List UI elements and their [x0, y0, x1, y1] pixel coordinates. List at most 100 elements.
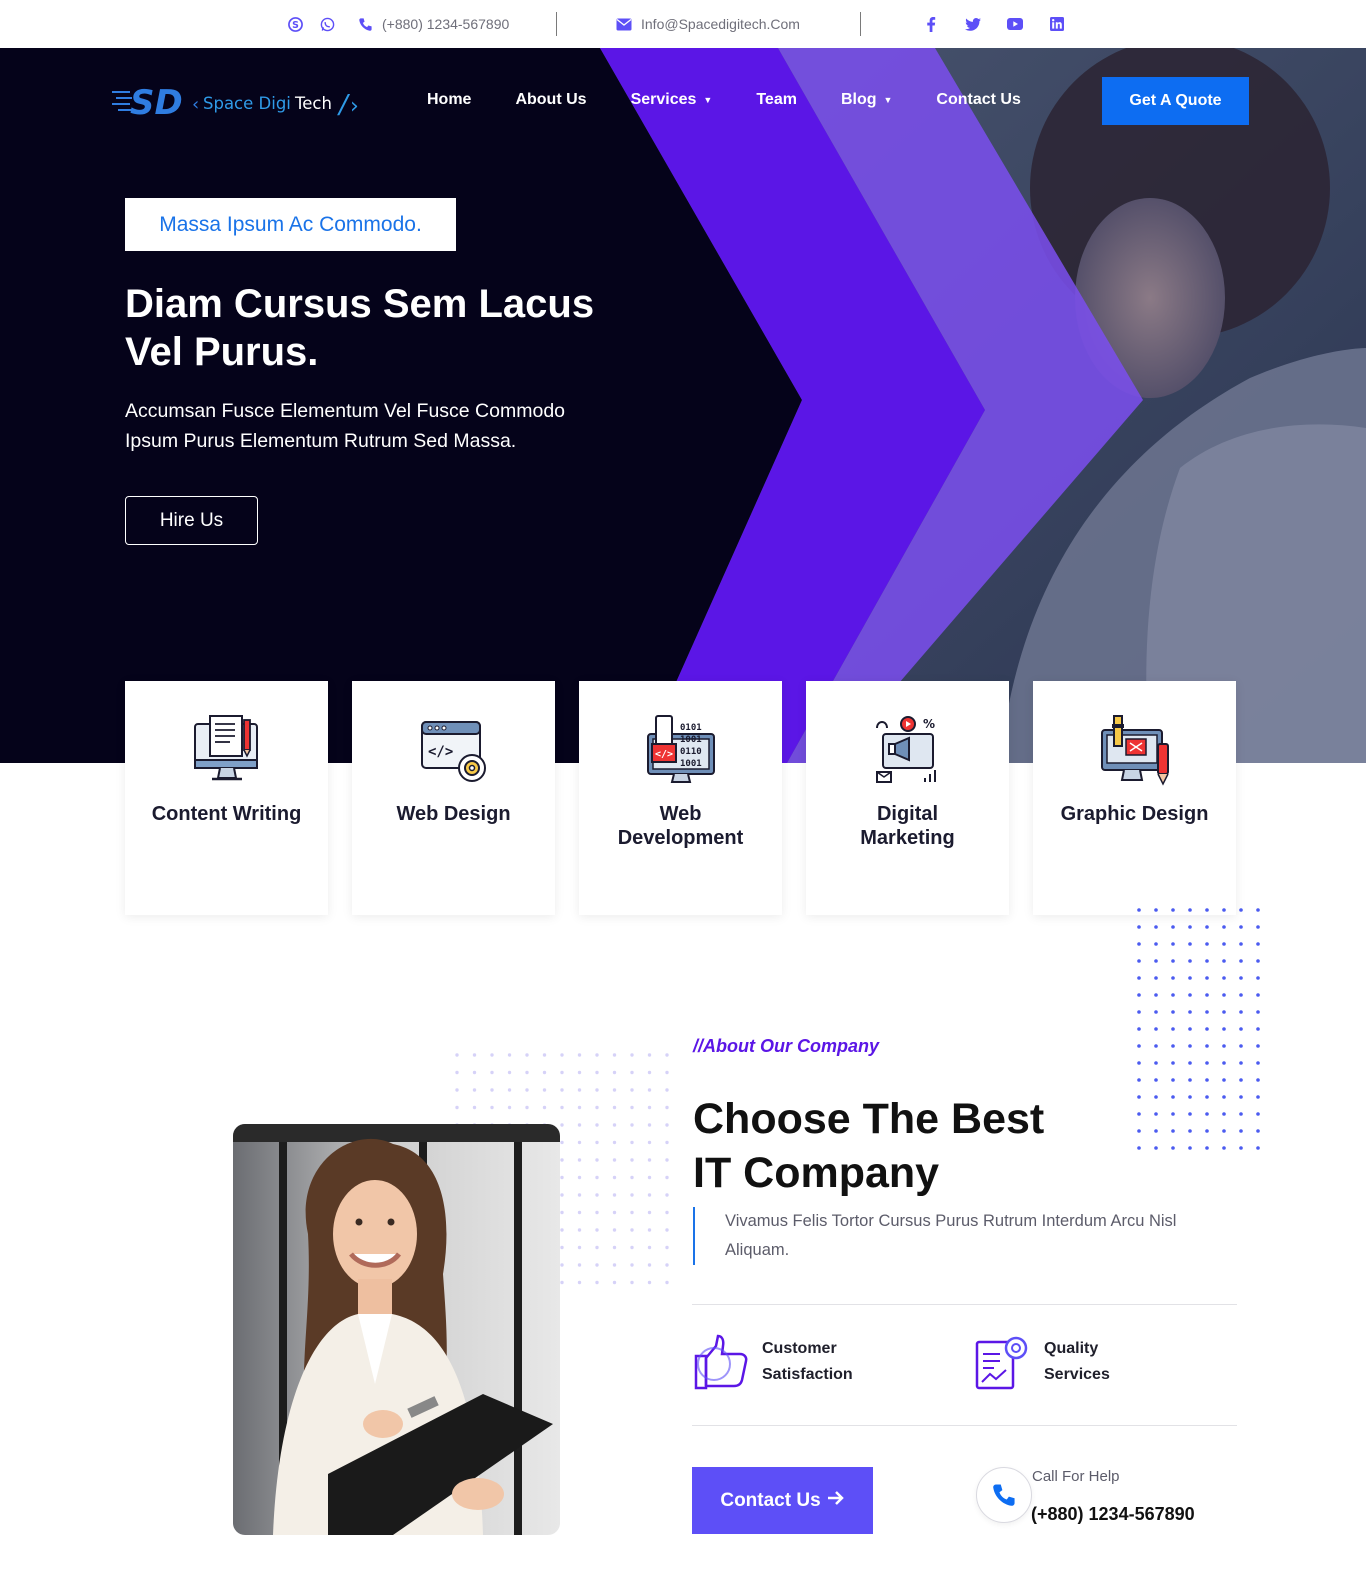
nav-about-us[interactable]: About Us [515, 88, 586, 112]
about-title-line: Choose The Best [693, 1095, 1045, 1143]
nav-contact-us[interactable]: Contact Us [936, 88, 1020, 112]
contact-us-button[interactable]: Contact Us [692, 1467, 873, 1534]
dot [612, 1088, 617, 1092]
twitter-icon[interactable] [964, 15, 982, 33]
dot [560, 1228, 564, 1232]
dot [612, 1280, 617, 1285]
skype-icon[interactable]: S [286, 15, 304, 33]
dot [1137, 1095, 1141, 1099]
dot [1256, 1010, 1260, 1014]
dot [1222, 908, 1226, 912]
dot [1137, 925, 1141, 929]
dot [525, 1053, 529, 1057]
dot [1256, 1027, 1260, 1031]
service-card-graphic-design[interactable]: Graphic Design [1033, 681, 1236, 915]
facebook-icon[interactable] [922, 15, 940, 33]
dot [1154, 925, 1158, 929]
dot [647, 1263, 652, 1267]
dot [630, 1158, 634, 1162]
dot [1154, 942, 1158, 946]
dot [595, 1245, 599, 1250]
dot [1239, 993, 1243, 997]
dot [647, 1105, 652, 1110]
service-card-digital-marketing[interactable]: % Digital Marketing [806, 681, 1009, 915]
dot [490, 1053, 494, 1057]
divider [556, 12, 557, 36]
dot [1205, 942, 1209, 946]
svg-text:›: › [350, 94, 359, 119]
dot [665, 1105, 669, 1110]
dot [612, 1105, 617, 1110]
dot [1171, 1010, 1175, 1014]
dot [665, 1158, 669, 1162]
phone-icon [356, 15, 374, 33]
nav-blog[interactable]: Blog ▼ [841, 88, 892, 112]
topbar-email[interactable]: Info@Spacedigitech.Com [641, 16, 800, 32]
dot [507, 1088, 512, 1092]
dot [1188, 1027, 1192, 1031]
dot [647, 1158, 652, 1162]
dot [1205, 959, 1209, 963]
dot [1188, 1129, 1192, 1133]
dot-pattern-decoration [1137, 908, 1260, 1150]
divider [692, 1425, 1237, 1426]
hero-title: Diam Cursus Sem Lacus Vel Purus. [125, 282, 595, 374]
nav-home[interactable]: Home [427, 88, 471, 112]
dot [647, 1140, 652, 1145]
dot [612, 1210, 617, 1215]
dot [595, 1210, 599, 1215]
service-label: Digital Marketing [860, 803, 955, 849]
dot [1137, 959, 1141, 963]
nav-label: Team [756, 91, 797, 108]
dot [507, 1070, 512, 1075]
service-card-web-development[interactable]: </> 0101 1001 0110 1001 Web Development [579, 681, 782, 915]
dot [1205, 1146, 1209, 1150]
dot [577, 1175, 582, 1180]
dot [560, 1070, 564, 1075]
svg-text:/: / [337, 90, 351, 120]
dot [1188, 1078, 1192, 1082]
dot [1239, 1095, 1243, 1099]
dot [612, 1228, 617, 1232]
service-card-web-design[interactable]: </> Web Design [352, 681, 555, 915]
phone-circle[interactable] [976, 1467, 1032, 1523]
linkedin-icon[interactable] [1048, 15, 1066, 33]
svg-text:1001: 1001 [680, 759, 702, 769]
help-phone-number[interactable]: (+880) 1234-567890 [1031, 1504, 1195, 1525]
about-photo [233, 1124, 560, 1535]
main-nav: Home About Us Services ▼ Team Blog ▼ Conta… [427, 88, 1065, 112]
dot [630, 1123, 634, 1127]
dot [612, 1070, 617, 1075]
dot [1154, 1129, 1158, 1133]
call-for-help-label: Call For Help [1032, 1468, 1120, 1485]
service-label: Web Design [396, 803, 511, 825]
topbar-phone[interactable]: (+880) 1234-567890 [382, 16, 509, 32]
service-card-content-writing[interactable]: Content Writing [125, 681, 328, 915]
dot [665, 1228, 669, 1232]
dot [665, 1140, 669, 1145]
youtube-icon[interactable] [1006, 15, 1024, 33]
dot [1222, 1027, 1226, 1031]
dot [1154, 1146, 1158, 1150]
social-group [922, 0, 1066, 48]
dot [560, 1210, 564, 1215]
nav-services[interactable]: Services ▼ [631, 88, 713, 112]
brand-logo[interactable]: SD ‹ Space Digi Tech / › [112, 78, 367, 124]
dot [665, 1123, 669, 1127]
hire-us-button[interactable]: Hire Us [125, 496, 258, 545]
dot [1154, 1010, 1158, 1014]
dot [1205, 993, 1209, 997]
svg-text:0110: 0110 [680, 747, 702, 757]
nav-label: Services [630, 91, 697, 108]
dot [647, 1070, 652, 1075]
get-quote-button[interactable]: Get A Quote [1102, 77, 1249, 125]
dot [1239, 959, 1243, 963]
dot [577, 1245, 582, 1250]
dot [595, 1228, 599, 1232]
nav-team[interactable]: Team [756, 88, 797, 112]
dot [1222, 1129, 1226, 1133]
logo-text-2: Tech [294, 94, 332, 113]
whatsapp-icon[interactable] [318, 15, 336, 33]
dot [490, 1105, 494, 1110]
dot [560, 1175, 564, 1180]
